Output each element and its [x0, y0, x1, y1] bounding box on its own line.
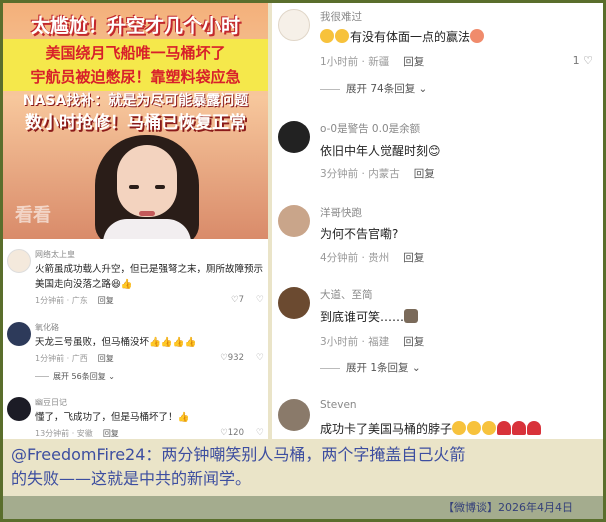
comment-text: 依旧中年人觉醒时刻😊 — [320, 144, 441, 158]
comment-username[interactable]: 氧化硌 — [35, 322, 59, 333]
cat-sticker-icon — [404, 309, 419, 323]
comment-username[interactable]: 洋哥快跑 — [320, 205, 362, 220]
avatar[interactable] — [278, 205, 310, 237]
blush-emoji-icon — [470, 29, 485, 43]
like-button[interactable]: ♡932 — [220, 353, 244, 363]
rose-icon — [497, 421, 512, 435]
avatar[interactable] — [278, 121, 310, 153]
dislike-icon[interactable]: ♡ — [256, 295, 264, 305]
comment-text: 懂了，飞成功了，但是马桶坏了！👍 — [35, 412, 190, 423]
expand-replies-button[interactable]: 展开 56条回复 ⌄ — [35, 371, 115, 382]
comment-meta: 1分钟前 · 广西 回复 — [35, 354, 114, 363]
source-footer: 【微博谈】2026年4月4日 — [3, 496, 603, 519]
reply-button[interactable]: 回复 — [403, 252, 424, 264]
avatar[interactable] — [7, 397, 31, 421]
headline-2b: 宇航员被迫憋尿！靠塑料袋应急 — [30, 68, 241, 86]
thumbs-up-icon — [482, 421, 497, 435]
news-anchor-image — [95, 131, 199, 239]
reply-button[interactable]: 回复 — [103, 429, 119, 438]
news-video-frame[interactable]: 太尴尬！升空才几个小时 美国绕月飞船唯一马桶坏了 宇航员被迫憋尿！靠塑料袋应急 … — [3, 3, 268, 239]
left-screenshot: 太尴尬！升空才几个小时 美国绕月飞船唯一马桶坏了 宇航员被迫憋尿！靠塑料袋应急 … — [3, 3, 268, 439]
avatar[interactable] — [278, 287, 310, 319]
comment-text: 到底谁可笑…… — [320, 308, 419, 325]
crying-emoji-icon — [335, 29, 349, 43]
comment-username[interactable]: 网络太上皇 — [35, 249, 75, 260]
reply-button[interactable]: 回复 — [98, 296, 114, 305]
comment-text: 火箭虽成功载人升空，但已是强弩之末，厕所故障预示美国走向没落之路😆👍 — [35, 264, 264, 290]
headline-2: 美国绕月飞船唯一马桶坏了 宇航员被迫憋尿！靠塑料袋应急 — [3, 39, 268, 91]
crying-emoji-icon — [320, 29, 334, 43]
comment-text: 为何不告官嘞? — [320, 227, 399, 241]
thumbs-up-icon — [467, 421, 482, 435]
channel-watermark: 看看 — [15, 205, 51, 226]
comment-username[interactable]: 大道、至简 — [320, 287, 373, 302]
rose-icon — [512, 421, 527, 435]
thumbs-up-icon — [452, 421, 467, 435]
expand-replies-button[interactable]: 展开 1条回复 ⌄ — [320, 360, 421, 375]
avatar[interactable] — [278, 9, 310, 41]
like-button[interactable]: ♡7 — [231, 295, 244, 305]
avatar[interactable] — [7, 322, 31, 346]
headline-1: 太尴尬！升空才几个小时 — [30, 15, 240, 37]
comment-username[interactable]: 幽豆日记 — [35, 397, 67, 408]
comment-meta: 13分钟前 · 安徽 回复 — [35, 429, 119, 438]
headline-3: NASA找补：就是为尽可能暴露问题 — [22, 93, 249, 109]
reply-button[interactable]: 回复 — [414, 168, 435, 180]
comment-meta: 3分钟前 · 内蒙古 回复 — [320, 168, 435, 180]
comment-text: 有没有体面一点的赢法 — [320, 28, 485, 45]
comment-meta: 1分钟前 · 广东 回复 — [35, 296, 114, 305]
comment-meta: 3小时前 · 福建 回复 — [320, 336, 425, 348]
dislike-icon[interactable]: ♡ — [256, 353, 264, 363]
right-screenshot: 我很难过 有没有体面一点的赢法 1小时前 · 新疆 回复 1 ♡ 展开 74条回复… — [272, 3, 603, 439]
comment-text: 成功卡了美国马桶的脖子 — [320, 420, 542, 437]
reply-button[interactable]: 回复 — [403, 56, 424, 68]
rose-icon — [527, 421, 542, 435]
dislike-icon[interactable]: ♡ — [256, 428, 264, 438]
caption-line-1: @FreedomFire24：两分钟嘲笑别人马桶，两个字掩盖自己火箭 — [11, 445, 466, 464]
comment-username[interactable]: o-0是警告 0.0是余额 — [320, 121, 420, 136]
caption: @FreedomFire24：两分钟嘲笑别人马桶，两个字掩盖自己火箭 的失败——… — [3, 439, 603, 496]
like-button[interactable]: 1 ♡ — [573, 54, 593, 67]
comment-meta: 4分钟前 · 贵州 回复 — [320, 252, 425, 264]
comment-text: 天龙三号虽败，但马桶没坏👍👍👍👍 — [35, 337, 197, 348]
like-button[interactable]: ♡120 — [220, 428, 244, 438]
comment-meta: 1小时前 · 新疆 回复 — [320, 56, 425, 68]
comment-username[interactable]: 我很难过 — [320, 9, 362, 24]
reply-button[interactable]: 回复 — [403, 336, 424, 348]
headline-2a: 美国绕月飞船唯一马桶坏了 — [45, 44, 226, 62]
caption-line-2: 的失败——这就是中共的新闻学。 — [11, 469, 252, 488]
avatar[interactable] — [278, 399, 310, 431]
expand-replies-button[interactable]: 展开 74条回复 ⌄ — [320, 81, 427, 96]
avatar[interactable] — [7, 249, 31, 273]
comment-username[interactable]: Steven — [320, 399, 357, 411]
reply-button[interactable]: 回复 — [98, 354, 114, 363]
